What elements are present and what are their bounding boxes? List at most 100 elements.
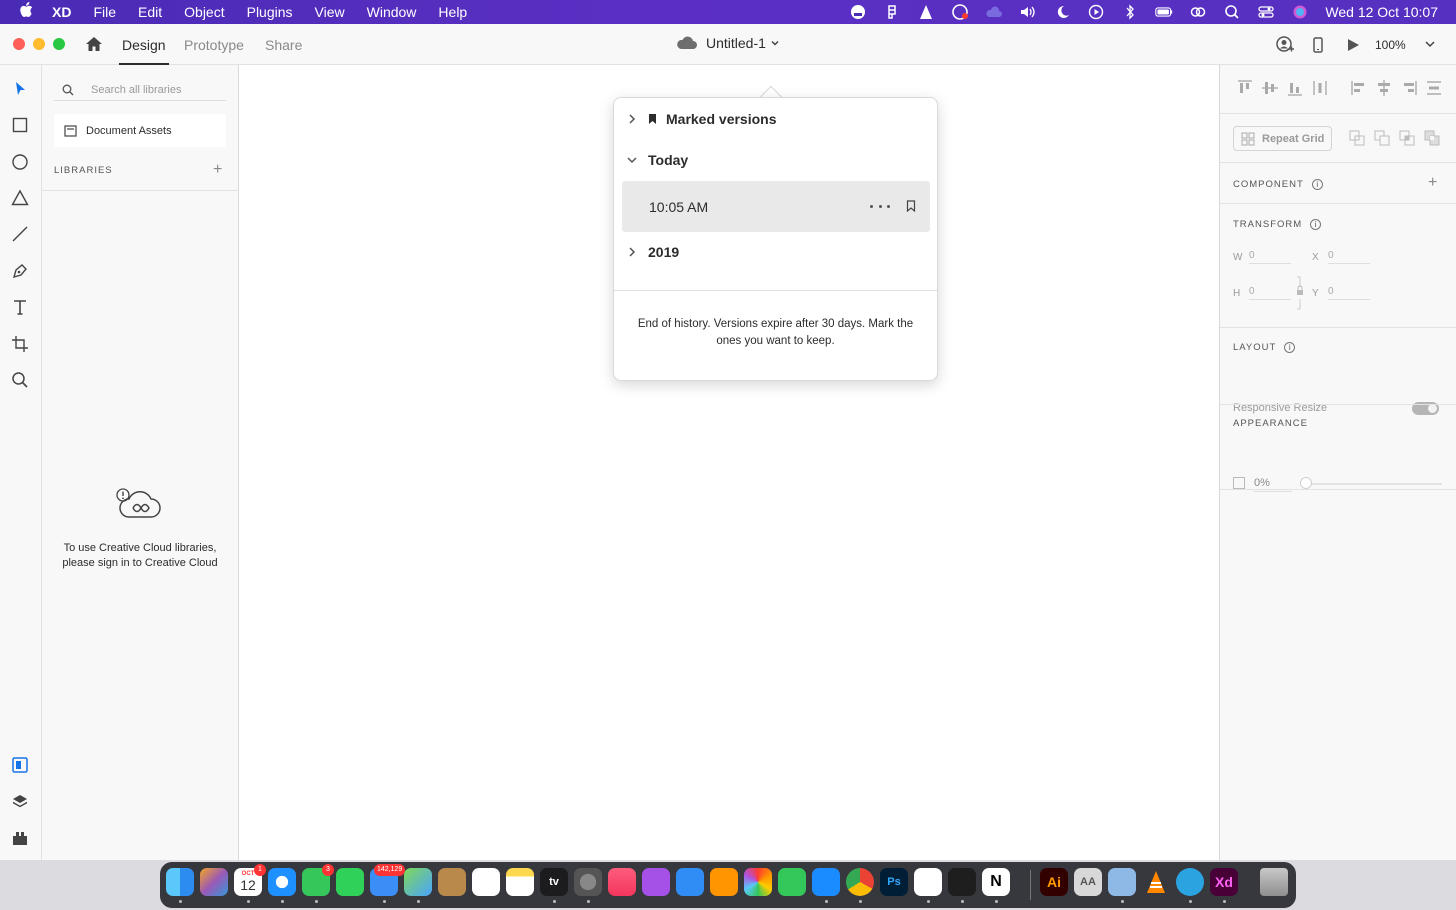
photoshop-icon[interactable]: Ps <box>880 868 908 896</box>
app-menu[interactable]: XD <box>52 4 71 20</box>
finder-icon[interactable] <box>166 868 194 896</box>
illustrator-icon[interactable]: Ai <box>1040 868 1068 896</box>
boolean-intersect-icon[interactable] <box>1399 130 1415 146</box>
x-field[interactable]: X 0 <box>1312 250 1370 264</box>
keynote-icon[interactable] <box>676 868 704 896</box>
cloud-icon[interactable] <box>977 0 1011 24</box>
tv-icon[interactable]: tv <box>540 868 568 896</box>
app-store-icon[interactable] <box>812 868 840 896</box>
fullscreen-window-button[interactable] <box>53 38 65 50</box>
vlc-app-icon[interactable] <box>1142 868 1170 896</box>
maps-icon[interactable] <box>404 868 432 896</box>
height-field[interactable]: H 0 <box>1233 286 1291 300</box>
opacity-slider-track[interactable] <box>1302 483 1442 485</box>
reminders-icon[interactable] <box>472 868 500 896</box>
zoom-level[interactable]: 100% <box>1375 38 1406 52</box>
figma-app-icon[interactable] <box>948 868 976 896</box>
tab-share[interactable]: Share <box>265 37 302 53</box>
year-row[interactable]: 2019 <box>626 244 679 260</box>
assets-panel-icon[interactable] <box>9 754 31 776</box>
numbers-icon[interactable] <box>778 868 806 896</box>
document-title-button[interactable]: Untitled-1 <box>676 35 780 51</box>
play-preview-icon[interactable] <box>1343 35 1363 55</box>
device-preview-icon[interactable] <box>1308 35 1328 55</box>
photos-icon[interactable] <box>744 868 772 896</box>
siri-icon[interactable] <box>1283 0 1317 24</box>
play-icon[interactable] <box>1079 0 1113 24</box>
podcasts-icon[interactable] <box>642 868 670 896</box>
select-tool-icon[interactable] <box>9 78 31 100</box>
view-menu[interactable]: View <box>315 4 345 20</box>
window-menu[interactable]: Window <box>367 4 417 20</box>
line-tool-icon[interactable] <box>9 223 31 245</box>
notes-icon[interactable] <box>506 868 534 896</box>
y-value[interactable]: 0 <box>1328 286 1370 300</box>
library-search-input[interactable] <box>91 83 221 96</box>
align-left-icon[interactable] <box>1350 79 1368 97</box>
search-icon[interactable] <box>1215 0 1249 24</box>
repeat-grid-button[interactable]: Repeat Grid <box>1233 126 1332 151</box>
safari-icon[interactable] <box>268 868 296 896</box>
align-middle-icon[interactable] <box>1261 79 1279 97</box>
contacts-icon[interactable] <box>438 868 466 896</box>
align-bottom-icon[interactable] <box>1286 79 1304 97</box>
height-value[interactable]: 0 <box>1249 286 1291 300</box>
object-menu[interactable]: Object <box>184 4 224 20</box>
launchpad-icon[interactable] <box>200 868 228 896</box>
telegram-icon[interactable] <box>1176 868 1204 896</box>
tab-design[interactable]: Design <box>119 37 169 65</box>
rectangle-tool-icon[interactable] <box>9 114 31 136</box>
pen-tool-icon[interactable] <box>9 260 31 282</box>
istat-icon[interactable] <box>841 0 875 24</box>
y-field[interactable]: Y 0 <box>1312 286 1370 300</box>
today-row[interactable]: Today <box>626 152 688 168</box>
boolean-exclude-icon[interactable] <box>1424 130 1440 146</box>
align-right-icon[interactable] <box>1400 79 1418 97</box>
help-menu[interactable]: Help <box>438 4 467 20</box>
lock-aspect-icon[interactable] <box>1295 275 1305 311</box>
battery-icon[interactable] <box>1147 0 1181 24</box>
figma-icon[interactable] <box>875 0 909 24</box>
minimize-window-button[interactable] <box>33 38 45 50</box>
volume-icon[interactable] <box>1011 0 1045 24</box>
align-top-icon[interactable] <box>1236 79 1254 97</box>
facetime-icon[interactable] <box>336 868 364 896</box>
control-center-icon[interactable] <box>1249 0 1283 24</box>
info-icon[interactable]: i <box>1310 219 1322 230</box>
version-item[interactable]: 10:05 AM <box>622 181 930 232</box>
info-icon[interactable]: i <box>1284 342 1296 353</box>
music-icon[interactable] <box>608 868 636 896</box>
info-icon[interactable]: i <box>1311 179 1323 190</box>
plugins-menu[interactable]: Plugins <box>247 4 293 20</box>
link-icon[interactable] <box>1181 0 1215 24</box>
zoom-tool-icon[interactable] <box>9 369 31 391</box>
distribute-vertical-icon[interactable] <box>1311 79 1329 97</box>
boolean-subtract-icon[interactable] <box>1374 130 1390 146</box>
width-value[interactable]: 0 <box>1249 250 1291 264</box>
text-tool-icon[interactable] <box>9 296 31 318</box>
vlc-icon[interactable] <box>909 0 943 24</box>
width-field[interactable]: W 0 <box>1233 250 1291 264</box>
bookmark-icon[interactable] <box>906 200 916 212</box>
boolean-add-icon[interactable] <box>1349 130 1365 146</box>
pages-icon[interactable] <box>710 868 738 896</box>
plugins-panel-icon[interactable] <box>9 827 31 849</box>
marked-versions-row[interactable]: Marked versions <box>626 111 777 127</box>
file-menu[interactable]: File <box>93 4 116 20</box>
font-book-icon[interactable]: AA <box>1074 868 1102 896</box>
layers-panel-icon[interactable] <box>9 791 31 813</box>
opacity-slider-thumb[interactable] <box>1300 477 1312 489</box>
menu-clock[interactable]: Wed 12 Oct 10:07 <box>1325 4 1438 20</box>
add-component-button[interactable]: + <box>1428 174 1437 192</box>
preview-icon[interactable] <box>1108 868 1136 896</box>
distribute-horizontal-icon[interactable] <box>1425 79 1443 97</box>
creative-cloud-icon[interactable] <box>943 0 977 24</box>
x-value[interactable]: 0 <box>1328 250 1370 264</box>
system-preferences-icon[interactable] <box>574 868 602 896</box>
chrome-icon[interactable] <box>846 868 874 896</box>
ellipse-tool-icon[interactable] <box>9 151 31 173</box>
tab-prototype[interactable]: Prototype <box>184 37 244 53</box>
zoom-chevron-down-icon[interactable] <box>1424 38 1436 50</box>
add-library-button[interactable]: + <box>213 161 222 179</box>
trash-icon[interactable] <box>1260 868 1288 896</box>
